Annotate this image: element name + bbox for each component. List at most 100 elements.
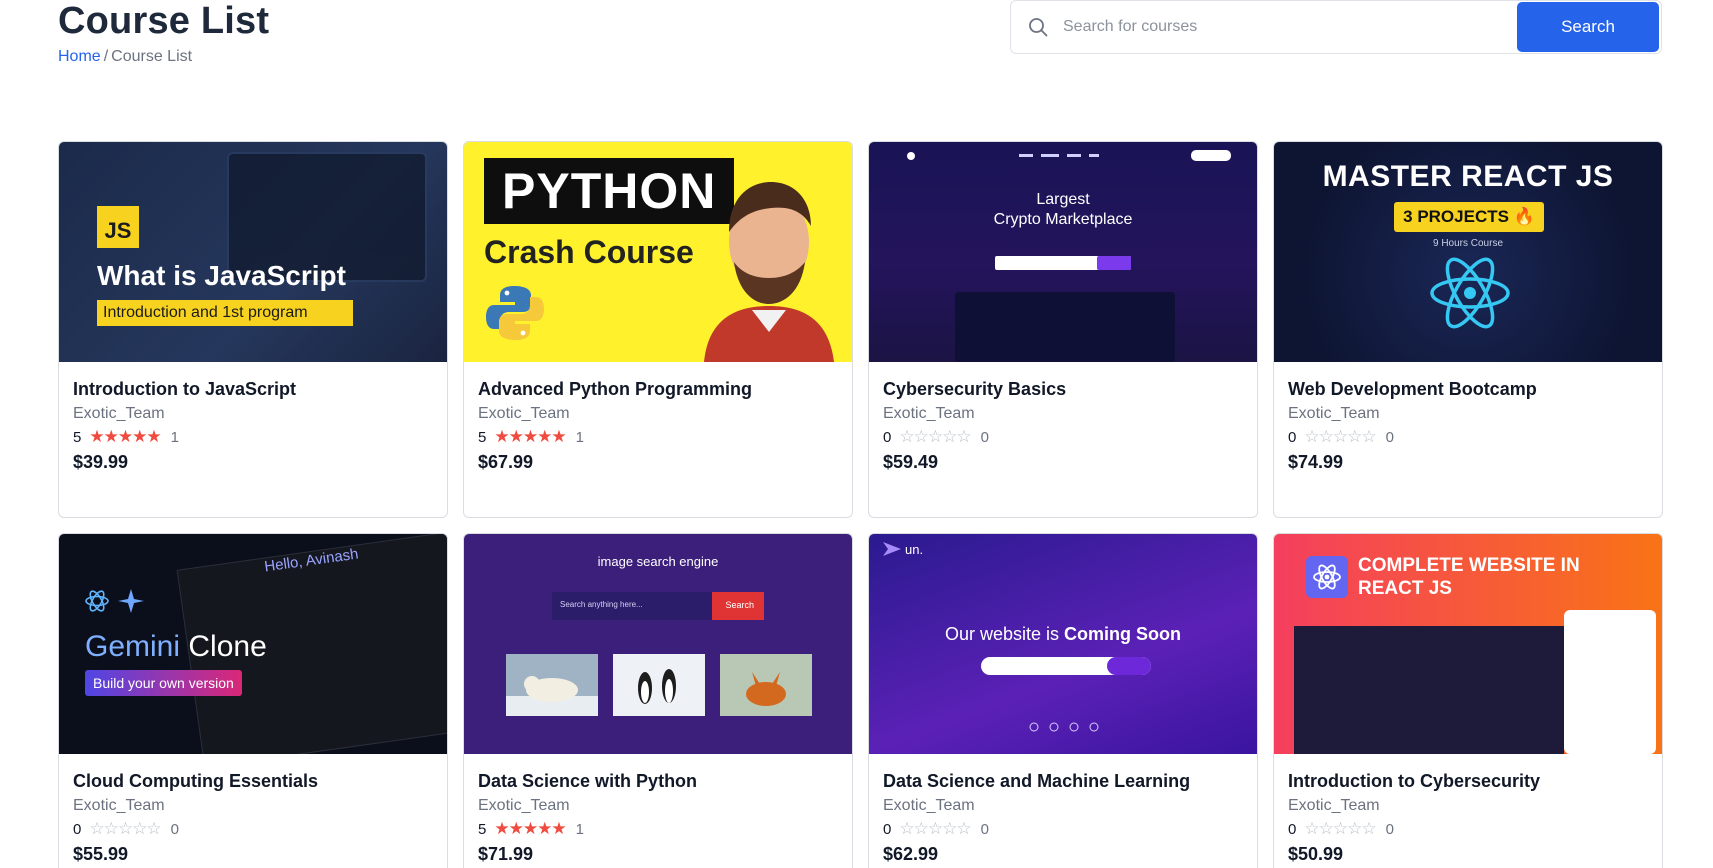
course-card[interactable]: MASTER REACT JS 3 PROJECTS 🔥 9 Hours Cou… <box>1273 141 1663 518</box>
breadcrumb-current: Course List <box>111 48 193 65</box>
market-table-illustration <box>955 292 1175 362</box>
thumbnail-heading-line: Largest <box>1036 191 1090 208</box>
course-title[interactable]: Cloud Computing Essentials <box>73 770 433 792</box>
rating-value: 5 <box>73 428 82 446</box>
course-title[interactable]: Web Development Bootcamp <box>1288 378 1648 400</box>
thumbnail-caption: 9 Hours Course <box>1432 238 1504 249</box>
course-title[interactable]: Data Science with Python <box>478 770 838 792</box>
course-card[interactable]: Largest Crypto Marketplace Cybersecurity… <box>868 141 1258 518</box>
star-rating-icon: ☆☆☆☆☆ <box>899 819 971 838</box>
search-input[interactable] <box>1055 1 1517 53</box>
fox-image <box>720 654 812 716</box>
rating-value: 0 <box>1288 820 1297 838</box>
course-card[interactable]: image search engine Search anything here… <box>463 533 853 868</box>
thumbnail-pill: 3 PROJECTS 🔥 <box>1394 202 1544 232</box>
course-author: Exotic_Team <box>1288 797 1380 814</box>
python-logo-icon <box>486 286 544 340</box>
star-rating-icon: ☆☆☆☆☆ <box>89 819 161 838</box>
thumbnail-heading: PYTHON <box>484 158 735 224</box>
review-count: 1 <box>575 820 584 838</box>
search-bar-illustration <box>995 256 1131 270</box>
breadcrumb: Home / Course List <box>58 48 192 66</box>
course-author: Exotic_Team <box>1288 405 1380 422</box>
rating-row: 5 ★★★★★ 1 <box>73 427 433 447</box>
thumbnail-subheading: Crash Course <box>484 234 694 270</box>
course-title[interactable]: Introduction to Cybersecurity <box>1288 770 1648 792</box>
review-count: 0 <box>170 820 179 838</box>
logo-arrow-icon <box>883 542 901 556</box>
react-and-sparkle-icon <box>85 589 144 613</box>
thumbnail-heading: Gemini Clone <box>85 630 267 664</box>
search-bar-placeholder: Search anything here... <box>560 600 643 609</box>
polar-bear-image <box>506 654 598 716</box>
rating-row: 0 ☆☆☆☆☆ 0 <box>883 819 1243 839</box>
course-thumbnail: PYTHON Crash Course <box>464 142 852 362</box>
course-price: $67.99 <box>478 452 534 472</box>
mobile-screenshot-illustration <box>1564 610 1656 754</box>
course-price: $50.99 <box>1288 844 1344 864</box>
course-author: Exotic_Team <box>73 405 165 422</box>
thumbnail-heading: What is JavaScript <box>97 260 346 291</box>
subscribe-form-illustration <box>981 657 1151 675</box>
react-atom-icon <box>1430 257 1510 329</box>
star-rating-icon: ★★★★★ <box>89 427 161 446</box>
course-title[interactable]: Introduction to JavaScript <box>73 378 433 400</box>
course-title[interactable]: Data Science and Machine Learning <box>883 770 1243 792</box>
course-thumbnail: Hello, Avinash Gemini Clone Build your o… <box>59 534 447 754</box>
course-price: $74.99 <box>1288 452 1344 472</box>
course-thumbnail: image search engine Search anything here… <box>464 534 852 754</box>
course-author: Exotic_Team <box>883 405 975 422</box>
course-thumbnail: JS What is JavaScript Introduction and 1… <box>59 142 447 362</box>
star-rating-icon: ☆☆☆☆☆ <box>899 427 971 446</box>
course-grid: JS What is JavaScript Introduction and 1… <box>58 141 1663 868</box>
thumbnail-subheading: Introduction and 1st program <box>97 300 353 326</box>
react-logo-icon <box>1306 556 1348 598</box>
rating-value: 0 <box>1288 428 1297 446</box>
course-author: Exotic_Team <box>478 797 570 814</box>
search-bar-button-label: Search <box>725 600 754 610</box>
thumbnail-heading: MASTER REACT JS <box>1322 160 1614 193</box>
review-count: 0 <box>980 820 989 838</box>
course-price: $39.99 <box>73 452 129 472</box>
course-price: $62.99 <box>883 844 939 864</box>
star-rating-icon: ★★★★★ <box>494 819 566 838</box>
review-count: 0 <box>1385 820 1394 838</box>
thumbnail-heading-line: Crypto Marketplace <box>993 211 1133 228</box>
js-logo-icon: JS <box>97 206 139 248</box>
rating-value: 0 <box>883 428 892 446</box>
thumbnail-heading: image search engine <box>597 554 719 569</box>
course-thumbnail: MASTER REACT JS 3 PROJECTS 🔥 9 Hours Cou… <box>1274 142 1662 362</box>
search-button[interactable]: Search <box>1517 2 1659 52</box>
search-bar-illustration: Search anything here... Search <box>552 592 764 620</box>
course-card[interactable]: un. Our website is Coming Soon Data Scie… <box>868 533 1258 868</box>
star-rating-icon: ★★★★★ <box>494 427 566 446</box>
course-card[interactable]: COMPLETE WEBSITE IN REACT JS Introductio… <box>1273 533 1663 868</box>
breadcrumb-home-link[interactable]: Home <box>58 48 101 65</box>
rating-row: 5 ★★★★★ 1 <box>478 819 838 839</box>
course-card[interactable]: Hello, Avinash Gemini Clone Build your o… <box>58 533 448 868</box>
star-rating-icon: ☆☆☆☆☆ <box>1304 427 1376 446</box>
star-rating-icon: ☆☆☆☆☆ <box>1304 819 1376 838</box>
thumbnail-heading: Our website is Coming Soon <box>869 624 1257 645</box>
thumbnail-heading-line: COMPLETE WEBSITE IN <box>1358 555 1580 576</box>
course-card[interactable]: JS What is JavaScript Introduction and 1… <box>58 141 448 518</box>
search-icon <box>1011 17 1055 37</box>
search-bar: Search <box>1010 0 1662 54</box>
instructor-photo <box>704 182 834 362</box>
thumbnail-heading-part: Gemini <box>85 630 181 663</box>
thumbnail-heading-part: Our website is <box>944 624 1060 644</box>
course-title[interactable]: Advanced Python Programming <box>478 378 838 400</box>
breadcrumb-separator: / <box>103 48 109 65</box>
course-title[interactable]: Cybersecurity Basics <box>883 378 1243 400</box>
rating-row: 0 ☆☆☆☆☆ 0 <box>883 427 1243 447</box>
thumbnail-heading-part: Clone <box>188 630 267 663</box>
rating-row: 0 ☆☆☆☆☆ 0 <box>73 819 433 839</box>
thumbnail-heading: COMPLETE WEBSITE IN REACT JS <box>1358 554 1580 600</box>
rating-value: 5 <box>478 820 487 838</box>
rating-row: 5 ★★★★★ 1 <box>478 427 838 447</box>
rating-value: 5 <box>478 428 487 446</box>
review-count: 0 <box>980 428 989 446</box>
rating-row: 0 ☆☆☆☆☆ 0 <box>1288 819 1648 839</box>
course-card[interactable]: PYTHON Crash Course Advanced Python Prog… <box>463 141 853 518</box>
thumbnail-button: Build your own version <box>85 670 242 696</box>
